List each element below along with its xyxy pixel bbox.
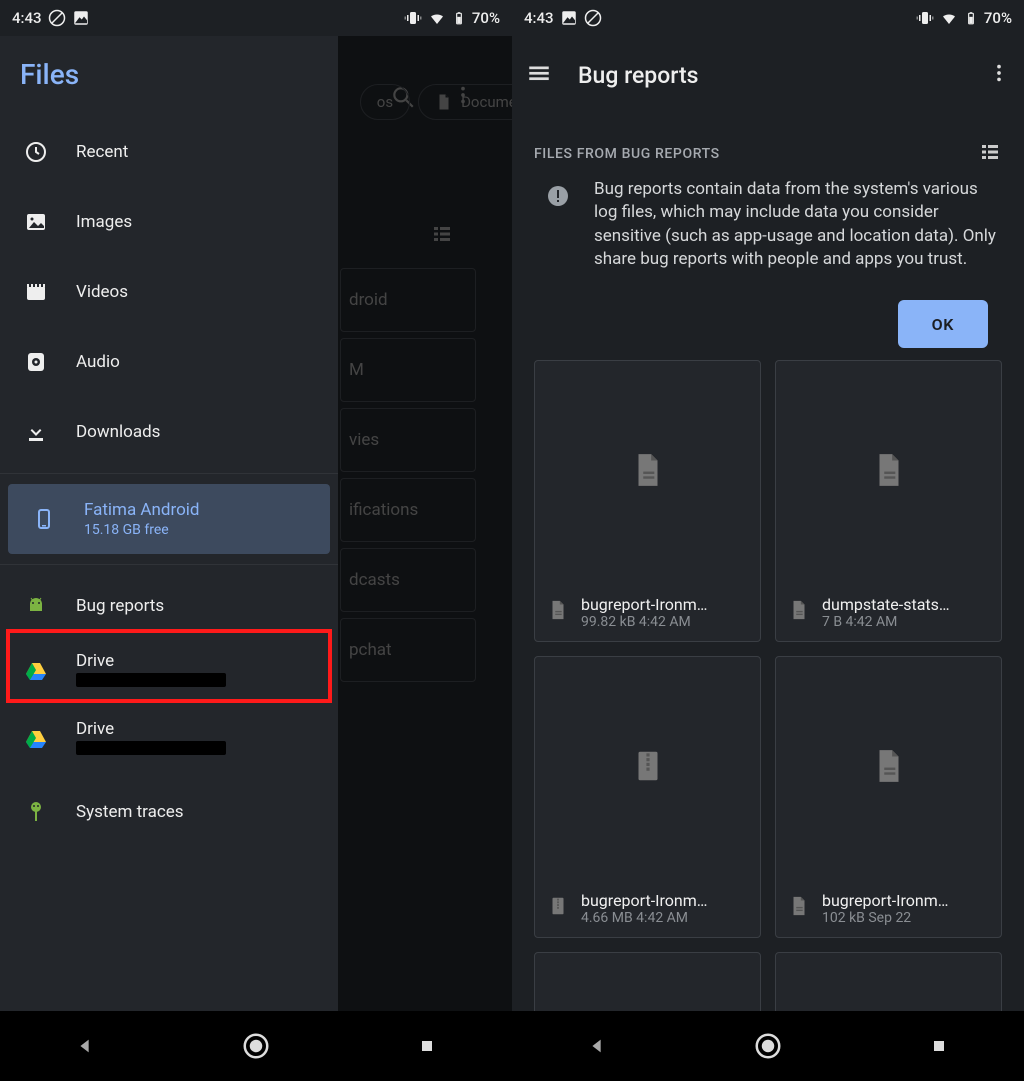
status-time: 4:43 bbox=[12, 9, 42, 27]
picture-icon bbox=[560, 9, 578, 27]
file-icon bbox=[547, 599, 569, 625]
drawer-item-label: Images bbox=[76, 212, 132, 232]
download-icon bbox=[22, 420, 50, 444]
home-button[interactable] bbox=[738, 1016, 798, 1076]
picture-icon bbox=[72, 9, 90, 27]
dnd-icon bbox=[584, 9, 602, 27]
file-meta: 99.82 kB 4:42 AM bbox=[581, 614, 707, 630]
audio-icon bbox=[22, 350, 50, 374]
video-icon bbox=[22, 280, 50, 304]
dnd-icon bbox=[48, 9, 66, 27]
warning-icon bbox=[546, 184, 570, 212]
file-icon bbox=[870, 451, 908, 493]
file-tile[interactable]: bugreport-Ironm… 102 kB Sep 22 bbox=[775, 656, 1002, 938]
drawer-item-label: Audio bbox=[76, 352, 120, 372]
android-nav-bar bbox=[0, 1011, 512, 1081]
file-name: bugreport-Ironm… bbox=[581, 891, 707, 910]
drawer-item-drive-2[interactable]: Drive bbox=[0, 709, 338, 769]
divider bbox=[0, 564, 338, 565]
status-time: 4:43 bbox=[524, 9, 554, 27]
redacted-email bbox=[76, 741, 226, 759]
phone-right: 4:43 70% Bug reports FILES FROM BUG REPO… bbox=[512, 0, 1024, 1081]
file-tile[interactable] bbox=[775, 952, 1002, 1011]
file-icon bbox=[629, 451, 667, 493]
drawer-item-label: Drive bbox=[76, 719, 114, 739]
drawer-item-label: System traces bbox=[76, 802, 184, 822]
phone-left: 4:43 70% os Documen droid M bbox=[0, 0, 512, 1081]
wifi-icon bbox=[428, 9, 446, 27]
file-grid: bugreport-Ironm… 99.82 kB 4:42 AM dumpst… bbox=[534, 360, 1002, 1011]
file-meta: 4.66 MB 4:42 AM bbox=[581, 910, 707, 926]
system-traces-icon bbox=[22, 800, 50, 824]
drawer-item-downloads[interactable]: Downloads bbox=[0, 397, 338, 467]
section-title: FILES FROM BUG REPORTS bbox=[534, 146, 720, 162]
vibrate-icon bbox=[916, 9, 934, 27]
status-bar: 4:43 70% bbox=[0, 0, 512, 36]
file-tile[interactable]: bugreport-Ironm… 4.66 MB 4:42 AM bbox=[534, 656, 761, 938]
more-icon[interactable] bbox=[988, 62, 1010, 88]
back-button[interactable] bbox=[567, 1016, 627, 1076]
phone-icon bbox=[30, 507, 58, 531]
warning-card: Bug reports contain data from the system… bbox=[546, 178, 1002, 272]
drive-icon bbox=[22, 727, 50, 751]
drawer-item-videos[interactable]: Videos bbox=[0, 257, 338, 327]
file-name: bugreport-Ironm… bbox=[581, 595, 707, 614]
battery-percent: 70% bbox=[472, 9, 500, 27]
view-toggle-icon[interactable] bbox=[978, 140, 1002, 168]
page-title: Bug reports bbox=[578, 62, 698, 89]
drawer-item-storage[interactable]: Fatima Android 15.18 GB free bbox=[8, 484, 330, 554]
file-name: bugreport-Ironm… bbox=[822, 891, 948, 910]
file-name: dumpstate-stats… bbox=[822, 595, 950, 614]
zip-icon bbox=[629, 747, 667, 789]
ok-button[interactable]: OK bbox=[898, 300, 988, 348]
drawer-item-images[interactable]: Images bbox=[0, 187, 338, 257]
divider bbox=[0, 473, 338, 474]
status-bar: 4:43 70% bbox=[512, 0, 1024, 36]
section-header: FILES FROM BUG REPORTS bbox=[512, 140, 1024, 168]
recents-button[interactable] bbox=[397, 1016, 457, 1076]
drawer-item-label: Bug reports bbox=[76, 596, 164, 616]
file-meta: 102 kB Sep 22 bbox=[822, 910, 948, 926]
wifi-icon bbox=[940, 9, 958, 27]
drawer-item-audio[interactable]: Audio bbox=[0, 327, 338, 397]
annotation-highlight bbox=[6, 629, 332, 703]
file-icon bbox=[870, 747, 908, 789]
zip-icon bbox=[547, 895, 569, 921]
battery-percent: 70% bbox=[984, 9, 1012, 27]
drawer-item-label: Downloads bbox=[76, 422, 160, 442]
drawer-item-label: Videos bbox=[76, 282, 128, 302]
hamburger-icon[interactable] bbox=[526, 60, 552, 90]
drawer-item-recent[interactable]: Recent bbox=[0, 117, 338, 187]
file-icon bbox=[788, 895, 810, 921]
file-icon bbox=[788, 599, 810, 625]
android-nav-bar bbox=[512, 1011, 1024, 1081]
storage-free: 15.18 GB free bbox=[84, 522, 200, 538]
android-icon bbox=[22, 594, 50, 618]
battery-icon bbox=[452, 9, 466, 27]
home-button[interactable] bbox=[226, 1016, 286, 1076]
recents-button[interactable] bbox=[909, 1016, 969, 1076]
battery-icon bbox=[964, 9, 978, 27]
app-bar: Bug reports bbox=[512, 36, 1024, 114]
image-icon bbox=[22, 210, 50, 234]
clock-icon bbox=[22, 140, 50, 164]
warning-text: Bug reports contain data from the system… bbox=[594, 178, 1002, 272]
file-tile[interactable]: dumpstate-stats… 7 B 4:42 AM bbox=[775, 360, 1002, 642]
navigation-drawer: Files Recent Images Videos Audio Downloa… bbox=[0, 36, 338, 1011]
file-tile[interactable]: bugreport-Ironm… 99.82 kB 4:42 AM bbox=[534, 360, 761, 642]
drawer-item-system-traces[interactable]: System traces bbox=[0, 777, 338, 847]
vibrate-icon bbox=[404, 9, 422, 27]
back-button[interactable] bbox=[55, 1016, 115, 1076]
drawer-item-label: Fatima Android bbox=[84, 500, 200, 520]
drawer-item-label: Recent bbox=[76, 142, 128, 162]
drawer-title: Files bbox=[0, 36, 338, 117]
file-meta: 7 B 4:42 AM bbox=[822, 614, 950, 630]
file-tile[interactable] bbox=[534, 952, 761, 1011]
